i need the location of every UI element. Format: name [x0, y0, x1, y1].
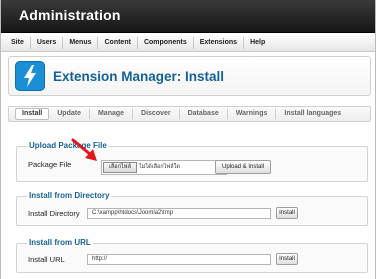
menu-item-extensions[interactable]: Extensions — [194, 36, 245, 49]
menu-item-users[interactable]: Users — [31, 36, 64, 49]
menu-item-content[interactable]: Content — [98, 36, 138, 49]
tab-bar: Install Update Manage Discover Database … — [8, 106, 371, 122]
tab-install[interactable]: Install — [15, 108, 50, 120]
tab-install-languages[interactable]: Install languages — [276, 109, 349, 119]
page-title: Extension Manager: Install — [53, 69, 225, 84]
red-arrow-annotation — [59, 136, 109, 166]
tab-discover[interactable]: Discover — [133, 109, 180, 119]
app-window: Administration Site Users Menus Content … — [0, 0, 376, 279]
install-url-label: Install URL — [28, 255, 65, 264]
page-title-bar: Extension Manager: Install — [8, 56, 371, 96]
install-directory-label: Install Directory — [28, 209, 80, 218]
install-url-legend: Install from URL — [27, 238, 93, 247]
menu-item-components[interactable]: Components — [138, 36, 194, 49]
menu-item-menus[interactable]: Menus — [63, 36, 99, 49]
admin-header: Administration — [1, 0, 375, 33]
file-status-text: ไม่ได้เลือกไฟล์ใด — [139, 164, 180, 170]
lightning-bolt-icon — [15, 61, 45, 91]
admin-title: Administration — [19, 7, 121, 23]
install-directory-section: Install from Directory Install Directory… — [16, 191, 368, 226]
install-directory-button[interactable]: Install — [276, 207, 298, 219]
install-url-button[interactable]: Install — [276, 253, 298, 265]
install-directory-legend: Install from Directory — [27, 191, 112, 200]
tab-database[interactable]: Database — [180, 109, 228, 119]
menu-item-help[interactable]: Help — [244, 37, 271, 49]
tab-update[interactable]: Update — [49, 109, 90, 119]
tab-warnings[interactable]: Warnings — [228, 109, 277, 119]
install-url-input[interactable]: http:// — [87, 254, 271, 265]
install-directory-input[interactable]: C:\xampp\htdocs\Joomla2\tmp — [87, 208, 271, 219]
main-menu: Site Users Menus Content Components Exte… — [1, 34, 375, 52]
menu-item-site[interactable]: Site — [5, 36, 31, 49]
upload-install-button[interactable]: Upload & Install — [215, 160, 271, 174]
tab-manage[interactable]: Manage — [90, 109, 134, 119]
install-url-section: Install from URL Install URL http:// Ins… — [16, 238, 368, 273]
